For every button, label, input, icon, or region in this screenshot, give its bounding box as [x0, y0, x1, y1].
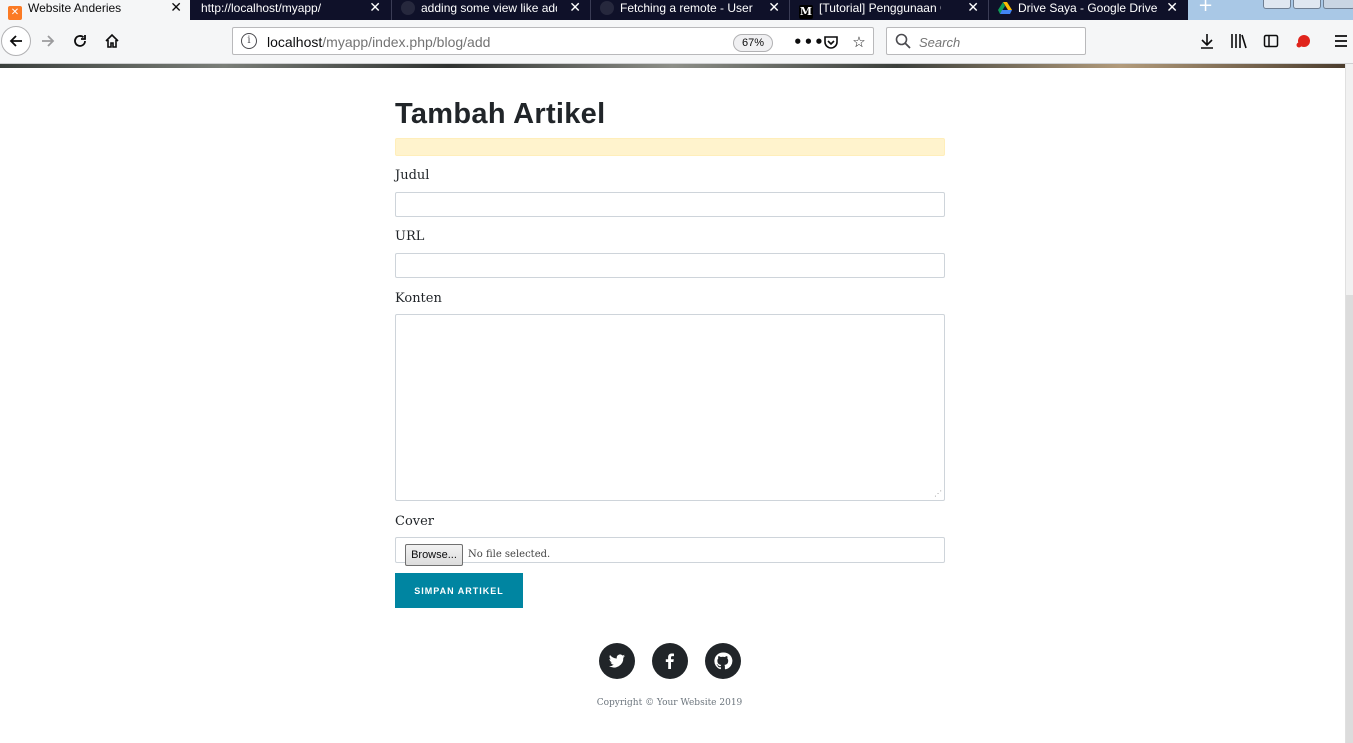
alert-box [395, 138, 945, 156]
cover-label: Cover [395, 514, 435, 529]
close-icon[interactable]: ✕ [1166, 0, 1178, 15]
resize-grip-icon[interactable]: ⋰ [934, 490, 942, 498]
reload-icon [74, 35, 86, 47]
window-controls [1223, 0, 1353, 20]
header-image [0, 64, 1345, 68]
content-textarea[interactable]: ⋰ [395, 314, 945, 501]
tab-strip: ✕ Website Anderies ✕ http://localhost/mya… [0, 0, 1353, 20]
close-icon[interactable]: ✕ [569, 0, 581, 15]
close-icon[interactable]: ✕ [967, 0, 979, 15]
facebook-link[interactable] [652, 643, 688, 679]
back-button[interactable] [1, 26, 31, 56]
search-bar[interactable] [886, 27, 1086, 55]
xampp-icon: ✕ [8, 6, 22, 20]
facebook-icon [665, 653, 674, 669]
tab-divider [789, 0, 790, 20]
url-label: URL [395, 229, 425, 244]
pocket-icon[interactable] [821, 32, 841, 52]
url-input[interactable] [395, 253, 945, 278]
extension-icon[interactable] [1292, 30, 1314, 52]
title-input[interactable] [395, 192, 945, 217]
new-tab-button[interactable]: + [1188, 0, 1223, 20]
no-file-text: No file selected. [468, 549, 551, 560]
title-label: Judul [395, 168, 430, 183]
page-title: Tambah Artikel [395, 98, 606, 130]
tab-divider [391, 0, 392, 20]
url-bar[interactable]: i localhost/myapp/index.php/blog/add 67%… [232, 27, 874, 55]
github-icon [600, 1, 614, 15]
save-article-button[interactable]: SIMPAN ARTIKEL [395, 573, 523, 608]
tab-divider [988, 0, 989, 20]
zoom-indicator[interactable]: 67% [733, 34, 773, 52]
twitter-link[interactable] [599, 643, 635, 679]
library-icon[interactable] [1228, 30, 1250, 52]
home-icon [105, 33, 119, 48]
arrow-right-icon [42, 35, 55, 47]
tab-google-drive[interactable]: Drive Saya - Google Drive ✕ [990, 0, 1186, 20]
close-icon[interactable]: ✕ [170, 0, 182, 15]
arrow-left-icon [9, 35, 22, 47]
cover-file-input[interactable]: Browse... No file selected. [395, 537, 945, 566]
forward-button[interactable] [34, 27, 62, 55]
tab-divider [590, 0, 591, 20]
tab-website-anderies[interactable]: ✕ Website Anderies ✕ [0, 0, 190, 20]
copyright-text: Copyright © Your Website 2019 [596, 698, 743, 708]
tab-localhost-myapp[interactable]: http://localhost/myapp/ ✕ [193, 0, 389, 20]
github-icon [401, 1, 415, 15]
scrollbar-thumb[interactable] [1346, 295, 1353, 743]
github-link[interactable] [705, 643, 741, 679]
sidebar-icon[interactable] [1260, 30, 1282, 52]
menu-icon[interactable] [1330, 30, 1352, 52]
bookmark-star-icon[interactable]: ☆ [849, 32, 869, 52]
medium-icon: M [799, 5, 813, 19]
close-icon[interactable]: ✕ [369, 0, 381, 15]
search-input[interactable] [917, 32, 1081, 52]
github-icon [714, 652, 733, 670]
close-icon[interactable]: ✕ [768, 0, 780, 15]
content-label: Konten [395, 291, 442, 306]
google-drive-icon [998, 1, 1012, 15]
twitter-icon [609, 654, 625, 668]
tab-fetching-remote[interactable]: Fetching a remote - User D ✕ [592, 0, 788, 20]
home-button[interactable] [98, 27, 126, 55]
info-icon[interactable]: i [241, 33, 257, 49]
close-window-button[interactable] [1323, 0, 1353, 9]
more-actions-icon[interactable]: ••• [793, 32, 824, 52]
maximize-button[interactable] [1293, 0, 1321, 9]
navigation-bar: i localhost/myapp/index.php/blog/add 67%… [0, 20, 1353, 64]
minimize-button[interactable] [1263, 0, 1291, 9]
reload-button[interactable] [66, 27, 94, 55]
browse-button[interactable]: Browse... [405, 544, 463, 566]
url-text[interactable]: localhost/myapp/index.php/blog/add [267, 34, 490, 50]
tab-tutorial-git[interactable]: M[Tutorial] Penggunaan Git ✕ [791, 0, 987, 20]
search-icon [895, 33, 911, 49]
downloads-icon[interactable] [1196, 30, 1218, 52]
tab-adding-view[interactable]: adding some view like add ✕ [393, 0, 589, 20]
